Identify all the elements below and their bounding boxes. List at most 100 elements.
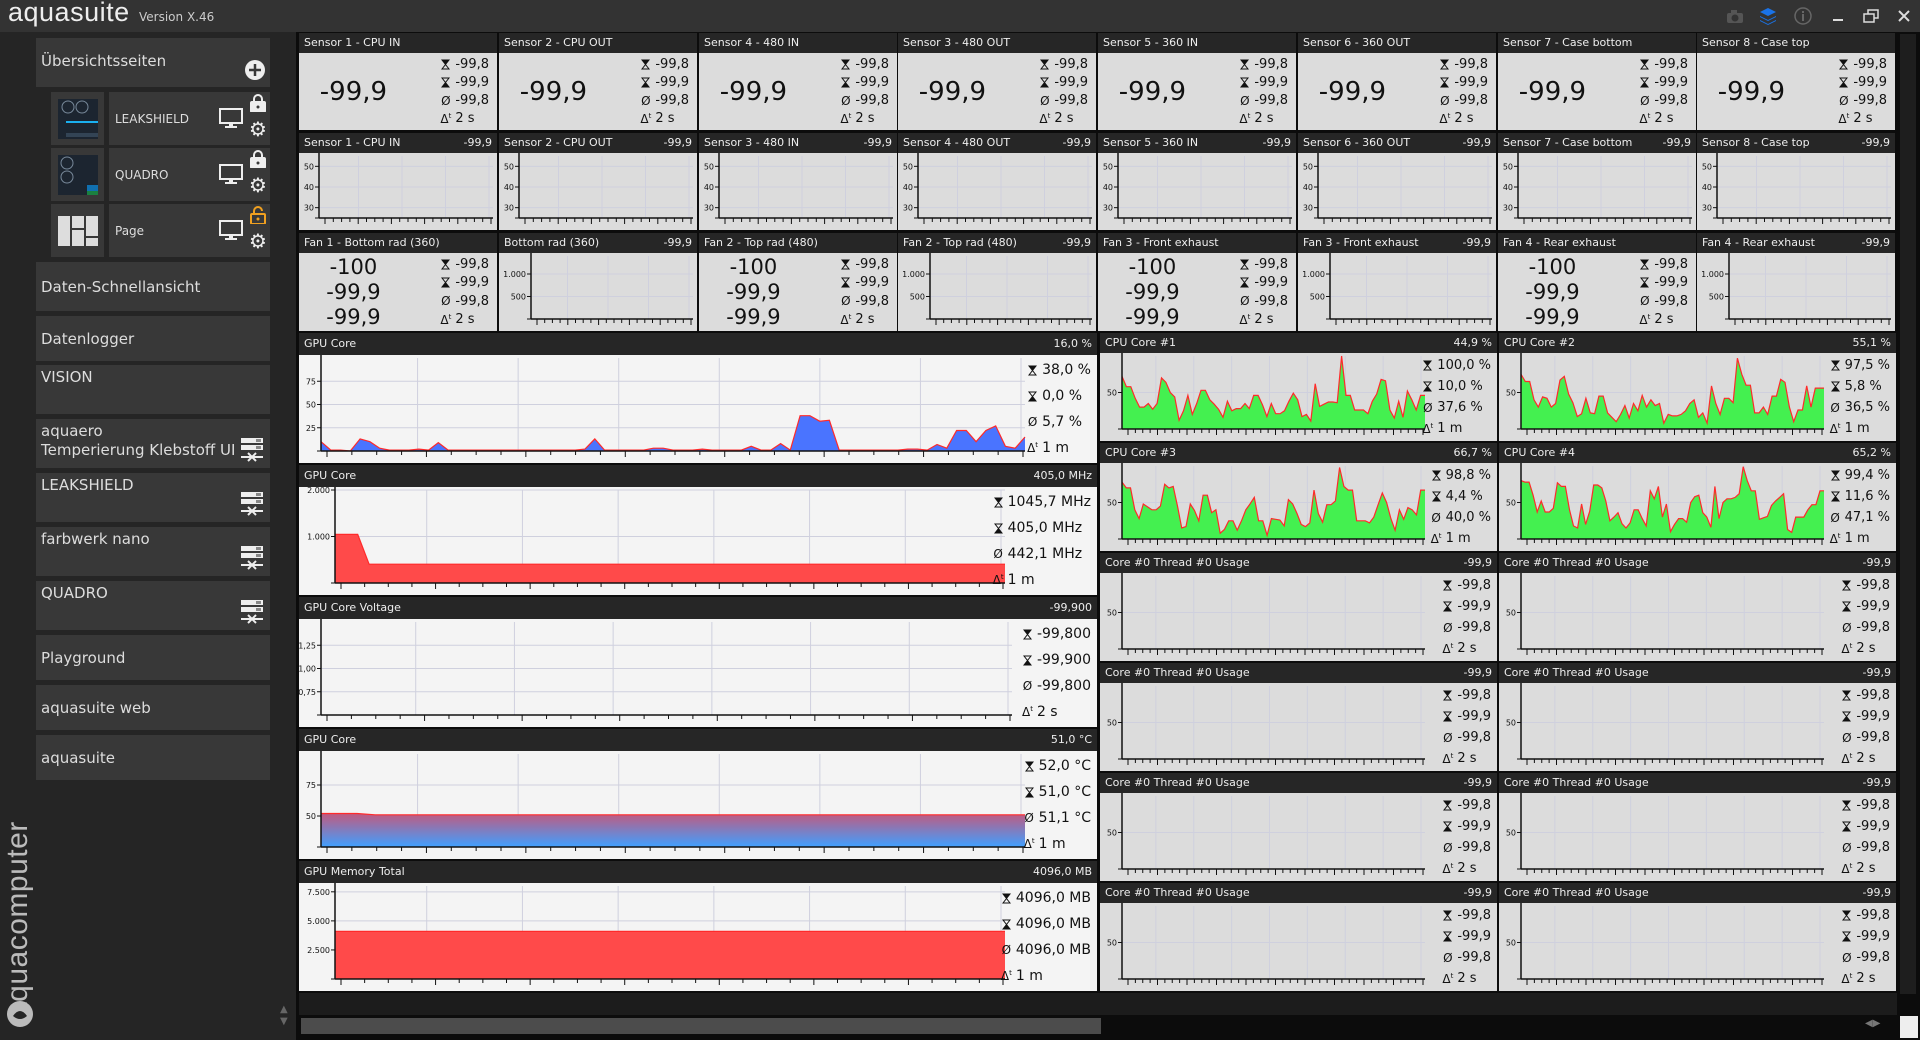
sensor-tile[interactable]: Sensor 6 - 360 OUT -99,9 -99,8 -99,9 Ø -99,8 Δ… (1298, 33, 1496, 130)
stat-avg: Ø 442,1 MHz (993, 546, 1091, 562)
sidebar-item[interactable]: LEAKSHIELD (36, 473, 270, 522)
sensor-tile[interactable]: Sensor 2 - CPU OUT -99,9 -99,8 -99,9 Ø -99,8 Δ… (499, 33, 697, 130)
sidebar-item[interactable]: aquaero Temperierung Klebstoff UI (36, 419, 270, 468)
monitor-icon[interactable] (219, 164, 243, 187)
scroll-left-right-icon[interactable]: ◀▶ (1865, 1018, 1880, 1029)
tile-body: 1,25 1,00 0,75 -99,800 -99,900 Ø -99,800 Δt 2 s (299, 619, 1097, 727)
stats-panel: -99,8 -99,9 Ø -99,8 Δt 2 s (1841, 575, 1890, 659)
gpu-chart-tile[interactable]: GPU Memory Total 4096,0 MB 7.500 5.000 2.500… (299, 861, 1097, 991)
sensor-tile[interactable]: Sensor 3 - 480 OUT -99,9 -99,8 -99,9 Ø -99,8 Δ… (898, 33, 1096, 130)
overview-page-item[interactable]: LEAKSHIELD ⚙ (109, 92, 270, 145)
sidebar-item-label: LEAKSHIELD (41, 476, 134, 494)
max-icon (1039, 59, 1050, 70)
camera-icon[interactable] (1724, 6, 1746, 26)
fan-chart-tile[interactable]: Fan 4 - Rear exhaust -99,9 1.000 500 (1697, 233, 1895, 331)
fan-chart-tile[interactable]: Fan 2 - Top rad (480) -99,9 1.000 500 (898, 233, 1096, 331)
gear-icon[interactable]: ⚙ (249, 231, 267, 251)
sensor-chart-tile[interactable]: Sensor 4 - 480 OUT -99,9 50 40 30 (898, 133, 1096, 230)
sensor-tile[interactable]: Sensor 4 - 480 IN -99,9 -99,8 -99,9 Ø -99,8 Δt… (699, 33, 897, 130)
fan-tile[interactable]: Fan 1 - Bottom rad (360) -100 -99,9 -99,9 -9… (299, 233, 497, 331)
cpu-chart-tile[interactable]: CPU Core #4 65,2 % 50 99,4 % 11,6 % Ø 47,1 % Δt… (1499, 443, 1896, 551)
page-thumbnail[interactable] (51, 92, 104, 145)
minimize-icon[interactable] (1827, 6, 1849, 26)
tile-current-value: -99,9 (463, 136, 492, 149)
sidebar-item[interactable]: farbwerk nano (36, 527, 270, 576)
fan-tile[interactable]: Fan 3 - Front exhaust -100 -99,9 -99,9 -99,8… (1098, 233, 1296, 331)
cpu-chart-tile[interactable]: CPU Core #2 55,1 % 50 97,5 % 5,8 % Ø 36,5 % Δt 1… (1499, 333, 1896, 441)
monitor-icon[interactable] (219, 220, 243, 243)
sensor-chart-tile[interactable]: Sensor 1 - CPU IN -99,9 50 40 30 (299, 133, 497, 230)
page-thumbnail[interactable] (51, 204, 104, 257)
y-tick-label: 30 (1503, 204, 1513, 213)
horizontal-scrollbar[interactable] (301, 1018, 1101, 1034)
fan-chart-tile[interactable]: Bottom rad (360) -99,9 1.000 500 (499, 233, 697, 331)
sensor-chart-tile[interactable]: Sensor 5 - 360 IN -99,9 50 40 30 (1098, 133, 1296, 230)
cpu-chart-tile[interactable]: Core #0 Thread #0 Usage -99,9 50 -99,8 -99,9… (1100, 883, 1497, 991)
cpu-chart-tile[interactable]: Core #0 Thread #0 Usage -99,9 50 -99,8 -99,9… (1499, 553, 1896, 661)
lock-icon[interactable] (250, 150, 266, 171)
layers-icon[interactable] (1757, 6, 1779, 26)
sidebar-item[interactable]: aquasuite web (36, 685, 270, 730)
lock-icon[interactable] (250, 94, 266, 115)
sidebar-scroll-arrows-icon[interactable]: ▲ ▼ (280, 1004, 288, 1028)
cpu-chart-tile[interactable]: Core #0 Thread #0 Usage -99,9 50 -99,8 -99,9… (1499, 773, 1896, 881)
fan-chart-tile[interactable]: Fan 3 - Front exhaust -99,9 1.000 500 (1298, 233, 1496, 331)
series-area (335, 931, 1005, 979)
sensor-chart-tile[interactable]: Sensor 2 - CPU OUT -99,9 50 40 30 (499, 133, 697, 230)
sensor-tile[interactable]: Sensor 7 - Case bottom -99,9 -99,8 -99,9 Ø -9… (1498, 33, 1696, 130)
sensor-chart-tile[interactable]: Sensor 3 - 480 IN -99,9 50 40 30 (699, 133, 897, 230)
gear-icon[interactable]: ⚙ (249, 119, 267, 139)
gpu-chart-tile[interactable]: GPU Core 16,0 % 75 50 25 38,0 % 0,0 % Ø 5,7 % Δt 1… (299, 333, 1097, 463)
fan-tile[interactable]: Fan 4 - Rear exhaust -100 -99,9 -99,9 -99,8-… (1498, 233, 1696, 331)
overview-page-item[interactable]: Page ⚙ (109, 204, 270, 257)
sensor-chart-tile[interactable]: Sensor 7 - Case bottom -99,9 50 40 30 (1498, 133, 1696, 230)
cpu-chart-tile[interactable]: CPU Core #1 44,9 % 50 100,0 % 10,0 % Ø 37,6 % Δ… (1100, 333, 1497, 441)
unlock-icon[interactable] (250, 206, 266, 227)
tile-body: -99,9 -99,8 -99,9 Ø -99,8 Δt 2 s (1498, 53, 1696, 130)
stat-avg: Ø -99,8 (640, 93, 689, 108)
chart-plot: 50 (1506, 573, 1824, 655)
sidebar-item[interactable]: aquasuite (36, 735, 270, 780)
sensor-chart-tile[interactable]: Sensor 8 - Case top -99,9 50 40 30 (1697, 133, 1895, 230)
sidebar-item[interactable]: Daten-Schnellansicht (36, 262, 270, 311)
cpu-chart-tile[interactable]: CPU Core #3 66,7 % 50 98,8 % 4,4 % Ø 40,0 % Δt 1… (1100, 443, 1497, 551)
restore-icon[interactable] (1860, 6, 1882, 26)
page-thumbnail[interactable] (51, 148, 104, 201)
page-name: Page (115, 223, 145, 238)
sidebar-item[interactable]: QUADRO (36, 581, 270, 630)
cpu-chart-tile[interactable]: Core #0 Thread #0 Usage -99,9 50 -99,8 -99,9… (1100, 773, 1497, 881)
tile-body: 50 97,5 % 5,8 % Ø 36,5 % Δt 1 m (1499, 353, 1896, 441)
stat-avg: Ø 4096,0 MB (1001, 942, 1091, 958)
stat-max: 38,0 % (1027, 362, 1091, 378)
add-page-icon[interactable] (245, 60, 265, 84)
cpu-chart-tile[interactable]: Core #0 Thread #0 Usage -99,9 50 -99,8 -99,9… (1100, 553, 1497, 661)
overview-page-item[interactable]: QUADRO ⚙ (109, 148, 270, 201)
sensor-chart-tile[interactable]: Sensor 6 - 360 OUT -99,9 50 40 30 (1298, 133, 1496, 230)
cpu-chart-tile[interactable]: Core #0 Thread #0 Usage -99,9 50 -99,8 -99,9… (1499, 663, 1896, 771)
stat-max-value: 97,5 % (1844, 358, 1890, 373)
y-tick-label: 30 (903, 204, 913, 213)
gpu-chart-tile[interactable]: GPU Core 51,0 °C 75 50 52,0 °C 51,0 °C Ø 51,1 °… (299, 729, 1097, 859)
cpu-chart-tile[interactable]: Core #0 Thread #0 Usage -99,9 50 -99,8 -99,9… (1100, 663, 1497, 771)
sensor-tile[interactable]: Sensor 8 - Case top -99,9 -99,8 -99,9 Ø -99,8… (1697, 33, 1895, 130)
overview-pages-header[interactable]: Übersichtsseiten (36, 38, 270, 87)
stat-min-value: 51,0 °C (1038, 784, 1091, 800)
vertical-scrollbar[interactable] (1900, 34, 1916, 994)
sidebar-item[interactable]: Playground (36, 635, 270, 680)
close-icon[interactable] (1893, 6, 1915, 26)
info-icon[interactable] (1792, 6, 1814, 26)
gear-icon[interactable]: ⚙ (249, 175, 267, 195)
tile-header: Fan 3 - Front exhaust -99,9 (1298, 233, 1496, 253)
gpu-chart-tile[interactable]: GPU Core Voltage -99,900 1,25 1,00 0,75 -99,8… (299, 597, 1097, 727)
max-icon (440, 59, 451, 70)
sensor-tile[interactable]: Sensor 1 - CPU IN -99,9 -99,8 -99,9 Ø -99,8 Δt… (299, 33, 497, 130)
fan-tile[interactable]: Fan 2 - Top rad (480) -100 -99,9 -99,9 -99,8… (699, 233, 897, 331)
tile-body: 2.000 1.000 1045,7 MHz 405,0 MHz Ø 442,1 MHz Δ… (299, 486, 1097, 595)
sensor-tile[interactable]: Sensor 5 - 360 IN -99,9 -99,8 -99,9 Ø -99,8 Δt… (1098, 33, 1296, 130)
sidebar-item[interactable]: VISION (36, 365, 270, 414)
gpu-chart-tile[interactable]: GPU Core 405,0 MHz 2.000 1.000 1045,7 MHz 405… (299, 465, 1097, 595)
cpu-chart-tile[interactable]: Core #0 Thread #0 Usage -99,9 50 -99,8 -99,9… (1499, 883, 1896, 991)
sidebar-item[interactable]: Datenlogger (36, 316, 270, 361)
min-icon (1431, 491, 1442, 502)
monitor-icon[interactable] (219, 108, 243, 131)
